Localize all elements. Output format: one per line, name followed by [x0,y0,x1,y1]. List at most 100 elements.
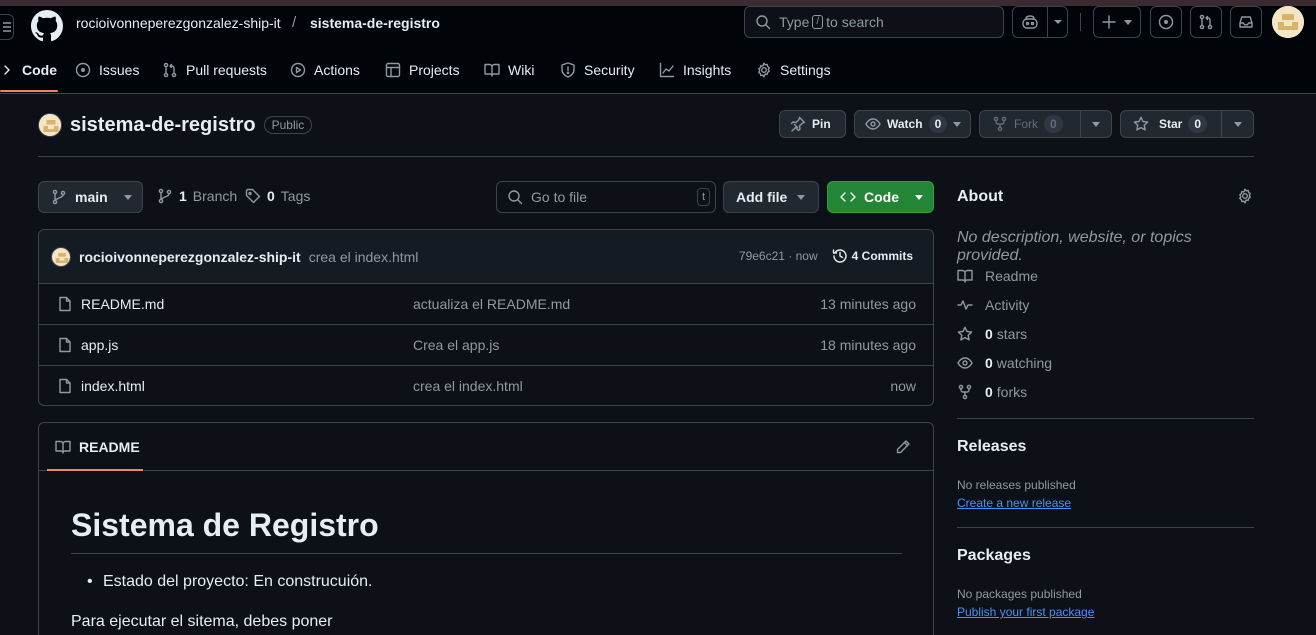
branch-select-button[interactable]: main [38,181,143,213]
code-icon [4,65,10,75]
tab-projects[interactable]: Projects [385,59,460,81]
packages-empty-text: No packages published [957,587,1082,601]
fork-button[interactable]: Fork 0 [979,110,1112,138]
copilot-button[interactable] [1012,6,1068,38]
chevron-down-icon [915,194,923,200]
readme-heading-rule [71,553,902,554]
tab-pull-requests[interactable]: Pull requests [162,59,267,81]
packages-title[interactable]: Packages [957,547,1254,565]
file-commit-message[interactable]: crea el index.html [413,378,523,394]
file-commit-message[interactable]: Crea el app.js [413,337,499,353]
watch-button[interactable]: Watch 0 [854,110,971,138]
tab-security[interactable]: Security [560,59,635,81]
book-icon [55,440,71,454]
activity-link-label: Activity [985,297,1030,313]
releases-empty-text: No releases published [957,478,1076,492]
eye-icon [865,118,881,130]
tab-actions[interactable]: Actions [290,59,360,81]
file-name[interactable]: app.js [81,337,118,353]
watching-link[interactable]: 0 watching [957,355,1052,371]
go-to-file-input[interactable]: Go to file t [496,181,716,213]
edit-readme-button[interactable] [895,439,911,455]
tags-link[interactable]: 0 Tags [245,188,310,204]
table-row[interactable]: index.html crea el index.html now [39,366,933,405]
issues-button[interactable] [1150,6,1182,38]
search-icon [756,15,771,30]
forks-count: 0 [985,384,993,400]
forks-link[interactable]: 0 forks [957,384,1027,400]
owner-avatar[interactable] [38,113,62,137]
add-file-button[interactable]: Add file [723,181,819,213]
global-header: rocioivonneperezgonzalez-ship-it / siste… [0,0,1316,46]
breadcrumb-owner[interactable]: rocioivonneperezgonzalez-ship-it [76,15,281,31]
user-avatar[interactable] [1272,6,1304,38]
title-divider [38,156,1254,157]
tab-code[interactable]: Code [4,59,57,81]
tab-insights[interactable]: Insights [659,59,731,81]
releases-section: Releases [957,438,1254,456]
breadcrumb-repo[interactable]: sistema-de-registro [310,15,440,31]
go-to-file-shortcut: t [696,188,710,206]
branches-link[interactable]: 1 Branch [157,188,237,204]
readme-tab-indicator [47,469,143,471]
tab-projects-label: Projects [409,62,460,78]
author-avatar[interactable] [51,246,71,267]
graph-icon [659,62,675,78]
table-row[interactable]: README.md actualiza el README.md 13 minu… [39,284,933,325]
activity-link[interactable]: Activity [957,297,1029,313]
pin-icon [790,116,806,132]
play-icon [290,62,306,78]
chevron-down-icon [797,194,806,200]
code-dropdown-button[interactable]: Code [827,181,934,213]
hamburger-icon [2,22,11,32]
commits-link[interactable]: 4 Commits [852,249,913,263]
table-row[interactable]: app.js Crea el app.js 18 minutes ago [39,325,933,366]
copilot-icon [1022,15,1038,29]
history-icon [832,249,847,263]
commit-message[interactable]: crea el index.html [309,249,419,265]
about-section: About [957,188,1254,206]
add-file-label: Add file [736,189,788,205]
tag-label: Tags [280,188,311,204]
inbox-button[interactable] [1230,6,1262,38]
pull-requests-button[interactable] [1190,6,1222,38]
global-search-input[interactable]: Type / to search [744,6,1004,38]
search-shortcut-key: / [812,15,824,29]
file-icon [59,378,71,394]
releases-title[interactable]: Releases [957,438,1254,456]
tab-settings[interactable]: Settings [756,59,831,81]
readme-link[interactable]: Readme [957,268,1038,284]
star-count: 0 [1188,115,1208,133]
readme-tab[interactable]: README [55,439,140,455]
about-settings-button[interactable] [1237,188,1253,204]
publish-package-link[interactable]: Publish your first package [957,605,1094,619]
stars-link[interactable]: 0 stars [957,326,1027,342]
pin-button[interactable]: Pin [779,110,846,138]
menu-button[interactable] [0,14,14,40]
github-logo-icon[interactable] [31,10,63,42]
stars-count: 0 [985,326,993,342]
create-new-button[interactable] [1093,6,1141,38]
file-commit-message[interactable]: actualiza el README.md [413,296,570,312]
file-name[interactable]: README.md [81,296,164,312]
tab-issues[interactable]: Issues [75,59,139,81]
repo-name-link[interactable]: sistema-de-registro [70,114,256,137]
about-title: About [957,188,1004,205]
tab-wiki[interactable]: Wiki [484,59,534,81]
tab-settings-label: Settings [780,62,831,78]
commit-hash-time[interactable]: 79e6c21 · now [739,249,818,263]
search-placeholder-suffix: to search [826,14,884,30]
branch-label: Branch [192,188,238,204]
git-pull-request-icon [1199,14,1213,30]
file-name[interactable]: index.html [81,378,145,394]
commit-author[interactable]: rocioivonneperezgonzalez-ship-it [79,249,301,265]
readme-link-label: Readme [985,268,1038,284]
watching-count: 0 [985,355,993,371]
star-button[interactable]: Star 0 [1120,110,1254,138]
file-commit-time: 18 minutes ago [820,337,916,353]
commit-meta: 79e6c21 · now 4 Commits [739,248,913,264]
star-icon [957,326,973,341]
create-release-link[interactable]: Create a new release [957,496,1071,510]
active-tab-indicator [0,90,58,92]
readme-paragraph: Para ejecutar el sitema, debes poner [71,613,333,630]
